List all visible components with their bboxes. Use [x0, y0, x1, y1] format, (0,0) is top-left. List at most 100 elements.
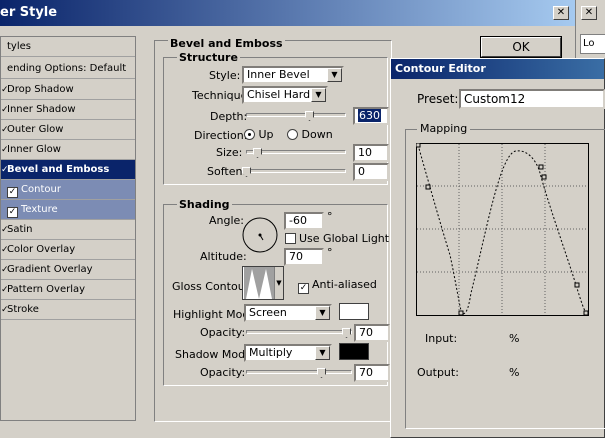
shadow-mode-select[interactable]: Multiply ▼ — [244, 344, 332, 362]
checkbox-icon — [285, 233, 296, 244]
contour-graph[interactable] — [416, 143, 590, 317]
highlight-opacity-label: Opacity: — [200, 326, 246, 339]
style-label: Style: — [209, 69, 241, 82]
style-item-label: Satin — [7, 224, 33, 235]
technique-select-value: Chisel Hard — [247, 88, 311, 101]
size-field[interactable]: 10 — [353, 144, 389, 162]
close-icon[interactable]: ✕ — [553, 6, 569, 20]
style-item-gradient-overlay[interactable]: ✓Gradient Overlay — [1, 260, 135, 280]
output-label: Output: — [417, 366, 459, 379]
chevron-down-icon[interactable]: ▼ — [274, 267, 283, 299]
style-item-label: Outer Glow — [7, 124, 64, 135]
gloss-contour-label: Gloss Contour: — [172, 280, 253, 293]
radio-on-icon — [244, 129, 255, 140]
close-icon[interactable]: ✕ — [581, 6, 597, 20]
depth-label: Depth: — [210, 110, 248, 123]
highlight-mode-value: Screen — [249, 306, 287, 319]
style-item-label: Inner Shadow — [7, 104, 76, 115]
size-label: Size: — [216, 146, 243, 159]
style-item-label: Color Overlay — [7, 244, 76, 255]
shadow-opacity-field[interactable]: 70 — [354, 364, 390, 382]
global-light-checkbox[interactable]: Use Global Light — [285, 232, 389, 245]
style-item-label: Texture — [21, 204, 58, 215]
dir-up-radio[interactable]: Up — [244, 128, 274, 141]
blending-options[interactable]: ending Options: Default — [1, 59, 135, 79]
depth-slider[interactable] — [246, 113, 346, 117]
shadow-color-swatch[interactable] — [339, 343, 369, 360]
chevron-down-icon[interactable]: ▼ — [315, 346, 330, 360]
style-item-label: Contour — [21, 184, 61, 195]
gloss-contour-icon — [244, 267, 274, 299]
mapping-label: Mapping — [417, 122, 471, 135]
preset-field[interactable]: Custom12 — [459, 89, 605, 109]
global-light-label: Use Global Light — [299, 232, 390, 245]
style-item-bevel-and-emboss[interactable]: ✓Bevel and Emboss — [1, 160, 135, 180]
checkbox-checked-icon[interactable]: ✓ — [7, 187, 18, 198]
highlight-color-swatch[interactable] — [339, 303, 369, 320]
dir-down-radio[interactable]: Down — [287, 128, 333, 141]
input-label: Input: — [425, 332, 458, 345]
highlight-opacity-slider[interactable] — [246, 330, 352, 334]
title-bar: er Style ✕ — [0, 0, 575, 26]
checkbox-checked-icon: ✓ — [298, 283, 309, 294]
structure-title: Structure — [177, 51, 240, 64]
angle-degree: ° — [327, 210, 333, 223]
angle-label: Angle: — [209, 214, 245, 227]
style-item-color-overlay[interactable]: ✓Color Overlay — [1, 240, 135, 260]
style-item-contour[interactable]: ✓ Contour — [1, 180, 135, 200]
style-item-label: Bevel and Emboss — [7, 164, 110, 175]
style-item-inner-glow[interactable]: ✓Inner Glow — [1, 140, 135, 160]
angle-field[interactable]: -60 — [284, 212, 324, 230]
style-item-label: Stroke — [7, 304, 39, 315]
style-item-inner-shadow[interactable]: ✓Inner Shadow — [1, 100, 135, 120]
contour-editor-title: Contour Editor — [391, 59, 604, 79]
style-item-drop-shadow[interactable]: ✓Drop Shadow — [1, 80, 135, 100]
chevron-down-icon[interactable]: ▼ — [311, 88, 326, 102]
style-select[interactable]: Inner Bevel ▼ — [242, 66, 344, 84]
dir-down-label: Down — [301, 128, 333, 141]
output-unit: % — [509, 366, 520, 379]
highlight-opacity-field[interactable]: 70 — [354, 324, 390, 342]
window-title: er Style — [0, 5, 58, 20]
style-item-texture[interactable]: ✓ Texture — [1, 200, 135, 220]
depth-field[interactable]: 630 — [353, 107, 389, 125]
chevron-down-icon[interactable]: ▼ — [315, 306, 330, 320]
chevron-down-icon[interactable]: ▼ — [327, 68, 342, 82]
ok-button[interactable]: OK — [480, 36, 562, 58]
altitude-degree: ° — [327, 246, 333, 259]
styles-header[interactable]: tyles — [1, 37, 135, 57]
style-item-label: Pattern Overlay — [7, 284, 86, 295]
highlight-mode-select[interactable]: Screen ▼ — [244, 304, 332, 322]
dir-up-label: Up — [258, 128, 274, 141]
soften-label: Soften: — [207, 165, 247, 178]
right-field: Lo — [580, 34, 605, 54]
shading-title: Shading — [177, 198, 232, 211]
style-item-stroke[interactable]: ✓Stroke — [1, 300, 135, 320]
bevel-title: Bevel and Emboss — [168, 37, 285, 50]
style-select-value: Inner Bevel — [247, 68, 310, 81]
anti-aliased-label: Anti-aliased — [312, 278, 377, 291]
altitude-label: Altitude: — [200, 250, 247, 263]
shadow-opacity-slider[interactable] — [246, 370, 352, 374]
style-item-pattern-overlay[interactable]: ✓Pattern Overlay — [1, 280, 135, 300]
style-item-satin[interactable]: ✓Satin — [1, 220, 135, 240]
soften-field[interactable]: 0 — [353, 163, 389, 181]
shadow-opacity-label: Opacity: — [200, 366, 246, 379]
anti-aliased-checkbox[interactable]: ✓ Anti-aliased — [298, 278, 377, 294]
angle-dial[interactable] — [241, 216, 279, 254]
style-item-label: Gradient Overlay — [7, 264, 93, 275]
style-item-outer-glow[interactable]: ✓Outer Glow — [1, 120, 135, 140]
technique-select[interactable]: Chisel Hard ▼ — [242, 86, 328, 104]
contour-editor: Contour Editor Preset: Custom12 Mapping … — [390, 58, 605, 438]
checkbox-checked-icon[interactable]: ✓ — [7, 207, 18, 218]
gloss-contour-picker[interactable]: ▼ — [242, 266, 284, 300]
style-item-label: Inner Glow — [7, 144, 61, 155]
style-item-label: Drop Shadow — [7, 84, 74, 95]
altitude-field[interactable]: 70 — [284, 248, 324, 266]
input-unit: % — [509, 332, 520, 345]
soften-slider[interactable] — [246, 169, 346, 173]
depth-value: 630 — [358, 109, 381, 122]
preset-label: Preset: — [417, 92, 459, 106]
direction-label: Direction: — [194, 129, 248, 142]
styles-list: tyles ending Options: Default ✓Drop Shad… — [0, 36, 136, 421]
